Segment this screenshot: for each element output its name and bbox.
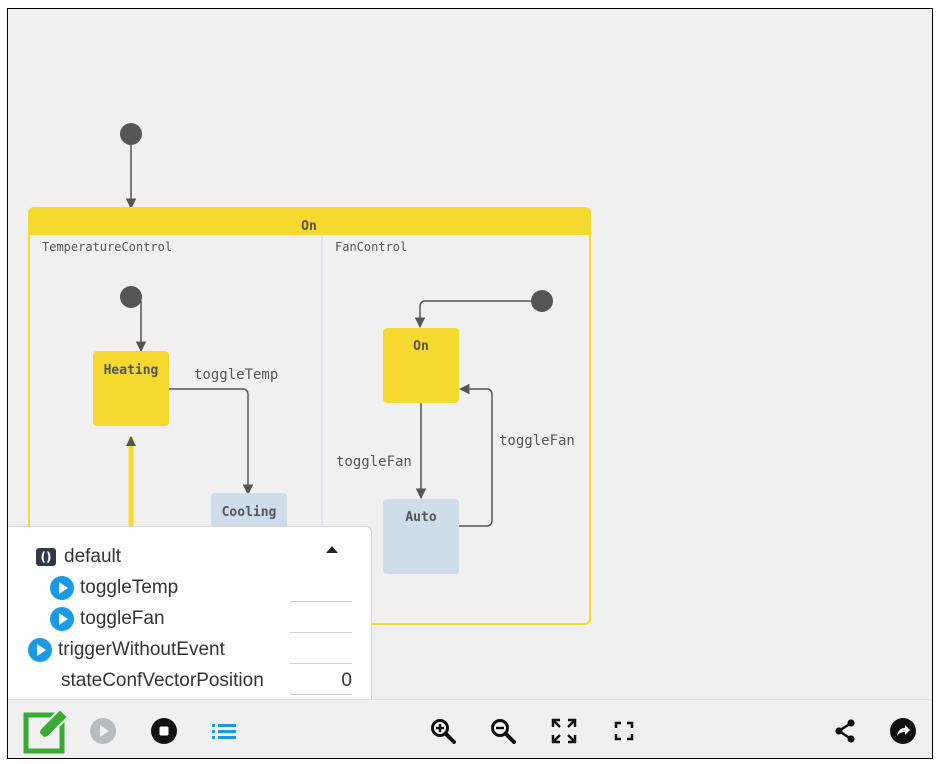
region-fan-label: FanControl: [335, 240, 407, 254]
state-heating-label: Heating: [104, 363, 159, 378]
trigger-label: triggerWithoutEvent: [58, 639, 225, 660]
fullscreen-button[interactable]: [609, 700, 639, 758]
interface-header[interactable]: () default: [36, 543, 121, 571]
edit-icon: [23, 707, 70, 753]
variable-row: stateConfVectorPosition: [61, 667, 264, 695]
list-icon: [212, 723, 236, 739]
fullscreen-icon: [614, 721, 634, 740]
state-fan-auto[interactable]: Auto: [383, 499, 459, 574]
initial-state-top: [120, 123, 142, 145]
state-heating[interactable]: Heating: [93, 351, 169, 426]
variable-value-field[interactable]: 0: [290, 667, 352, 695]
statechart-simulator: On TemperatureControl FanControl Heating…: [7, 8, 933, 759]
share-icon: [835, 718, 855, 743]
zoom-in-button[interactable]: [428, 700, 458, 758]
forward-button[interactable]: [888, 700, 918, 758]
event-label: toggleFan: [80, 608, 165, 629]
event-row: toggleFan: [50, 605, 165, 633]
event-row: toggleTemp: [50, 574, 178, 602]
forward-icon: [890, 717, 916, 744]
play-button[interactable]: [88, 700, 118, 758]
variable-label: stateConfVectorPosition: [61, 670, 264, 691]
share-button[interactable]: [830, 700, 860, 758]
play-icon: [90, 717, 116, 744]
raise-event-toggle-fan-icon[interactable]: [50, 607, 74, 631]
stop-icon: [151, 717, 177, 744]
state-on-title: On: [301, 219, 317, 234]
trigger-row: triggerWithoutEvent: [28, 636, 225, 664]
list-button[interactable]: [209, 700, 239, 758]
event-value-field[interactable]: [290, 574, 352, 602]
transition-toggle-fan-down-label: toggleFan: [336, 454, 412, 470]
initial-state-fan: [531, 290, 553, 312]
state-fan-on-label: On: [413, 339, 429, 354]
interface-name: default: [64, 546, 122, 567]
event-label: toggleTemp: [80, 577, 179, 598]
trigger-without-event-icon[interactable]: [28, 638, 52, 662]
simulator-toolbar: [8, 699, 932, 758]
fit-icon: [551, 718, 577, 743]
zoom-out-icon: [491, 718, 516, 744]
interface-icon: (): [36, 548, 56, 566]
event-value-field[interactable]: [290, 605, 352, 633]
zoom-in-icon: [431, 718, 456, 744]
state-fan-auto-label: Auto: [405, 510, 436, 525]
state-fan-on[interactable]: On: [383, 328, 459, 403]
region-temperature-label: TemperatureControl: [42, 240, 172, 254]
collapse-caret-icon[interactable]: [326, 546, 338, 553]
transition-toggle-fan-up-label: toggleFan: [499, 433, 575, 449]
raise-event-toggle-temp-icon[interactable]: [50, 576, 74, 600]
state-cooling-label: Cooling: [222, 505, 277, 520]
fit-button[interactable]: [549, 700, 579, 758]
edit-button[interactable]: [20, 700, 72, 758]
trigger-value-field[interactable]: [290, 636, 352, 664]
transition-toggle-temp-label: toggleTemp: [194, 367, 278, 383]
interface-panel: () default toggleTemp toggleFan triggerW…: [8, 526, 372, 704]
stop-button[interactable]: [149, 700, 179, 758]
initial-state-temperature: [120, 286, 142, 308]
zoom-out-button[interactable]: [488, 700, 518, 758]
